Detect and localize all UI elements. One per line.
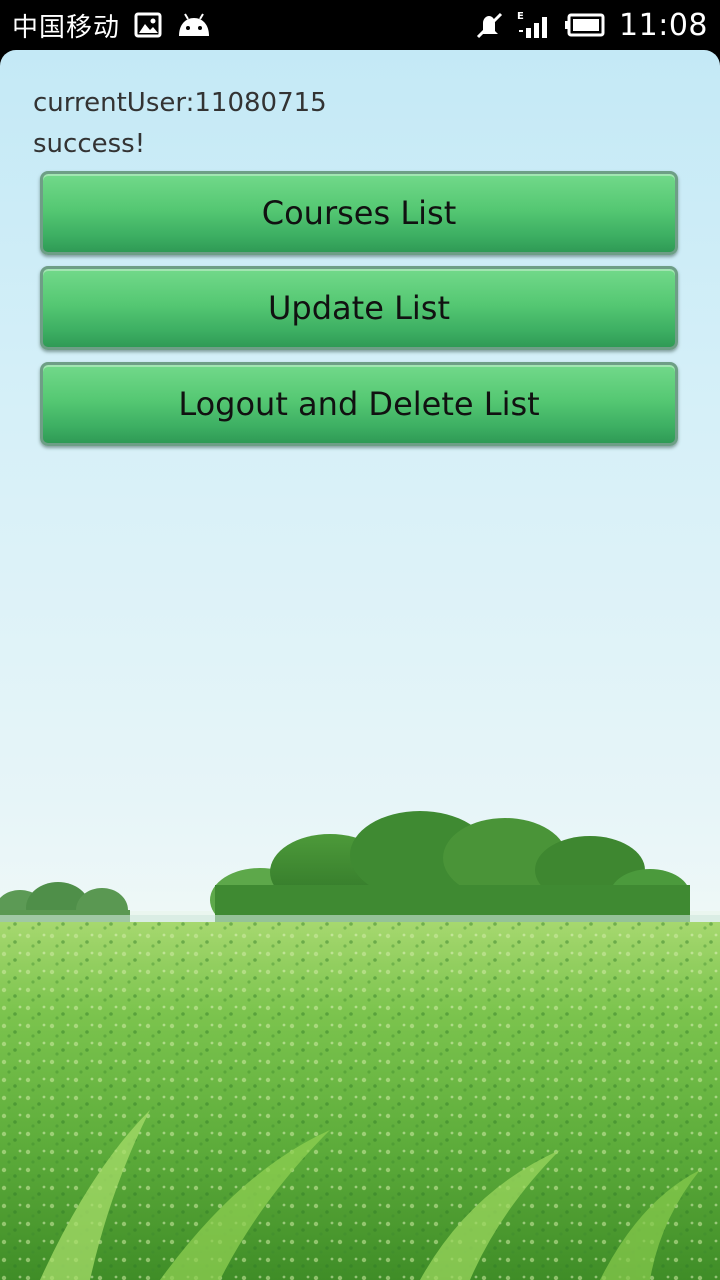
status-right: E 11:08	[475, 8, 708, 43]
status-bar: 中国移动 E 11:08	[0, 0, 720, 50]
muted-icon	[475, 11, 503, 39]
app-screen: currentUser:11080715 success! Courses Li…	[0, 50, 720, 1280]
logout-delete-list-button[interactable]: Logout and Delete List	[40, 362, 678, 446]
tree-cluster	[210, 811, 690, 932]
current-user-text: currentUser:11080715	[33, 88, 327, 118]
clock: 11:08	[619, 7, 708, 43]
courses-list-button[interactable]: Courses List	[40, 171, 678, 255]
android-notification-icon	[176, 12, 212, 38]
battery-icon	[565, 13, 605, 37]
status-message: success!	[33, 129, 146, 159]
signal-icon: E	[517, 10, 551, 40]
status-left: 中国移动	[12, 7, 212, 44]
update-list-button[interactable]: Update List	[40, 266, 678, 350]
carrier-name: 中国移动	[12, 12, 121, 43]
image-notification-icon	[134, 12, 162, 38]
network-type-label: E	[517, 11, 524, 22]
